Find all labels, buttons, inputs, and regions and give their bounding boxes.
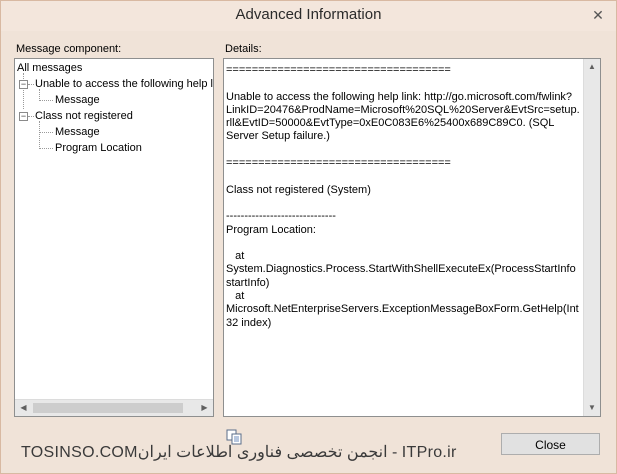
- watermark-text: TOSINSO.COMانجمن تخصصی فناوری اطلاعات ای…: [21, 444, 457, 461]
- tree-item-message[interactable]: Message: [55, 93, 100, 107]
- close-button[interactable]: Close: [501, 433, 600, 455]
- tree-line: [39, 100, 53, 101]
- message-component-tree[interactable]: All messages − Unable to access the foll…: [14, 58, 214, 417]
- title-bar: Advanced Information ✕: [1, 1, 616, 31]
- tree-item-class-not-registered[interactable]: Class not registered: [35, 109, 133, 123]
- scroll-right-icon[interactable]: ▶: [196, 400, 213, 416]
- collapse-icon[interactable]: −: [19, 112, 28, 121]
- tree-item-program-location[interactable]: Program Location: [55, 141, 142, 155]
- scroll-up-icon[interactable]: ▲: [584, 59, 600, 75]
- message-component-label: Message component:: [16, 43, 122, 55]
- collapse-icon[interactable]: −: [19, 80, 28, 89]
- horizontal-scrollbar[interactable]: ◀ ▶: [15, 399, 213, 416]
- close-window-icon[interactable]: ✕: [588, 6, 608, 24]
- tree-item-message[interactable]: Message: [55, 125, 100, 139]
- tree-item-all-messages[interactable]: All messages: [17, 61, 82, 75]
- details-content[interactable]: =================================== Unab…: [226, 64, 582, 414]
- scrollbar-thumb[interactable]: [33, 403, 183, 413]
- tree-line: [39, 132, 53, 133]
- tree-line: [28, 116, 34, 117]
- advanced-information-dialog: Advanced Information ✕ Message component…: [0, 0, 617, 474]
- tree-line: [39, 121, 40, 149]
- details-text-box[interactable]: =================================== Unab…: [223, 58, 601, 417]
- details-label: Details:: [225, 43, 262, 55]
- tree-line: [28, 84, 34, 85]
- scroll-left-icon[interactable]: ◀: [15, 400, 32, 416]
- vertical-scrollbar[interactable]: ▲ ▼: [583, 59, 600, 416]
- tree-line: [39, 148, 53, 149]
- window-title: Advanced Information: [235, 6, 382, 23]
- scroll-down-icon[interactable]: ▼: [584, 400, 600, 416]
- tree-item-help-link-error[interactable]: Unable to access the following help lin: [35, 77, 213, 91]
